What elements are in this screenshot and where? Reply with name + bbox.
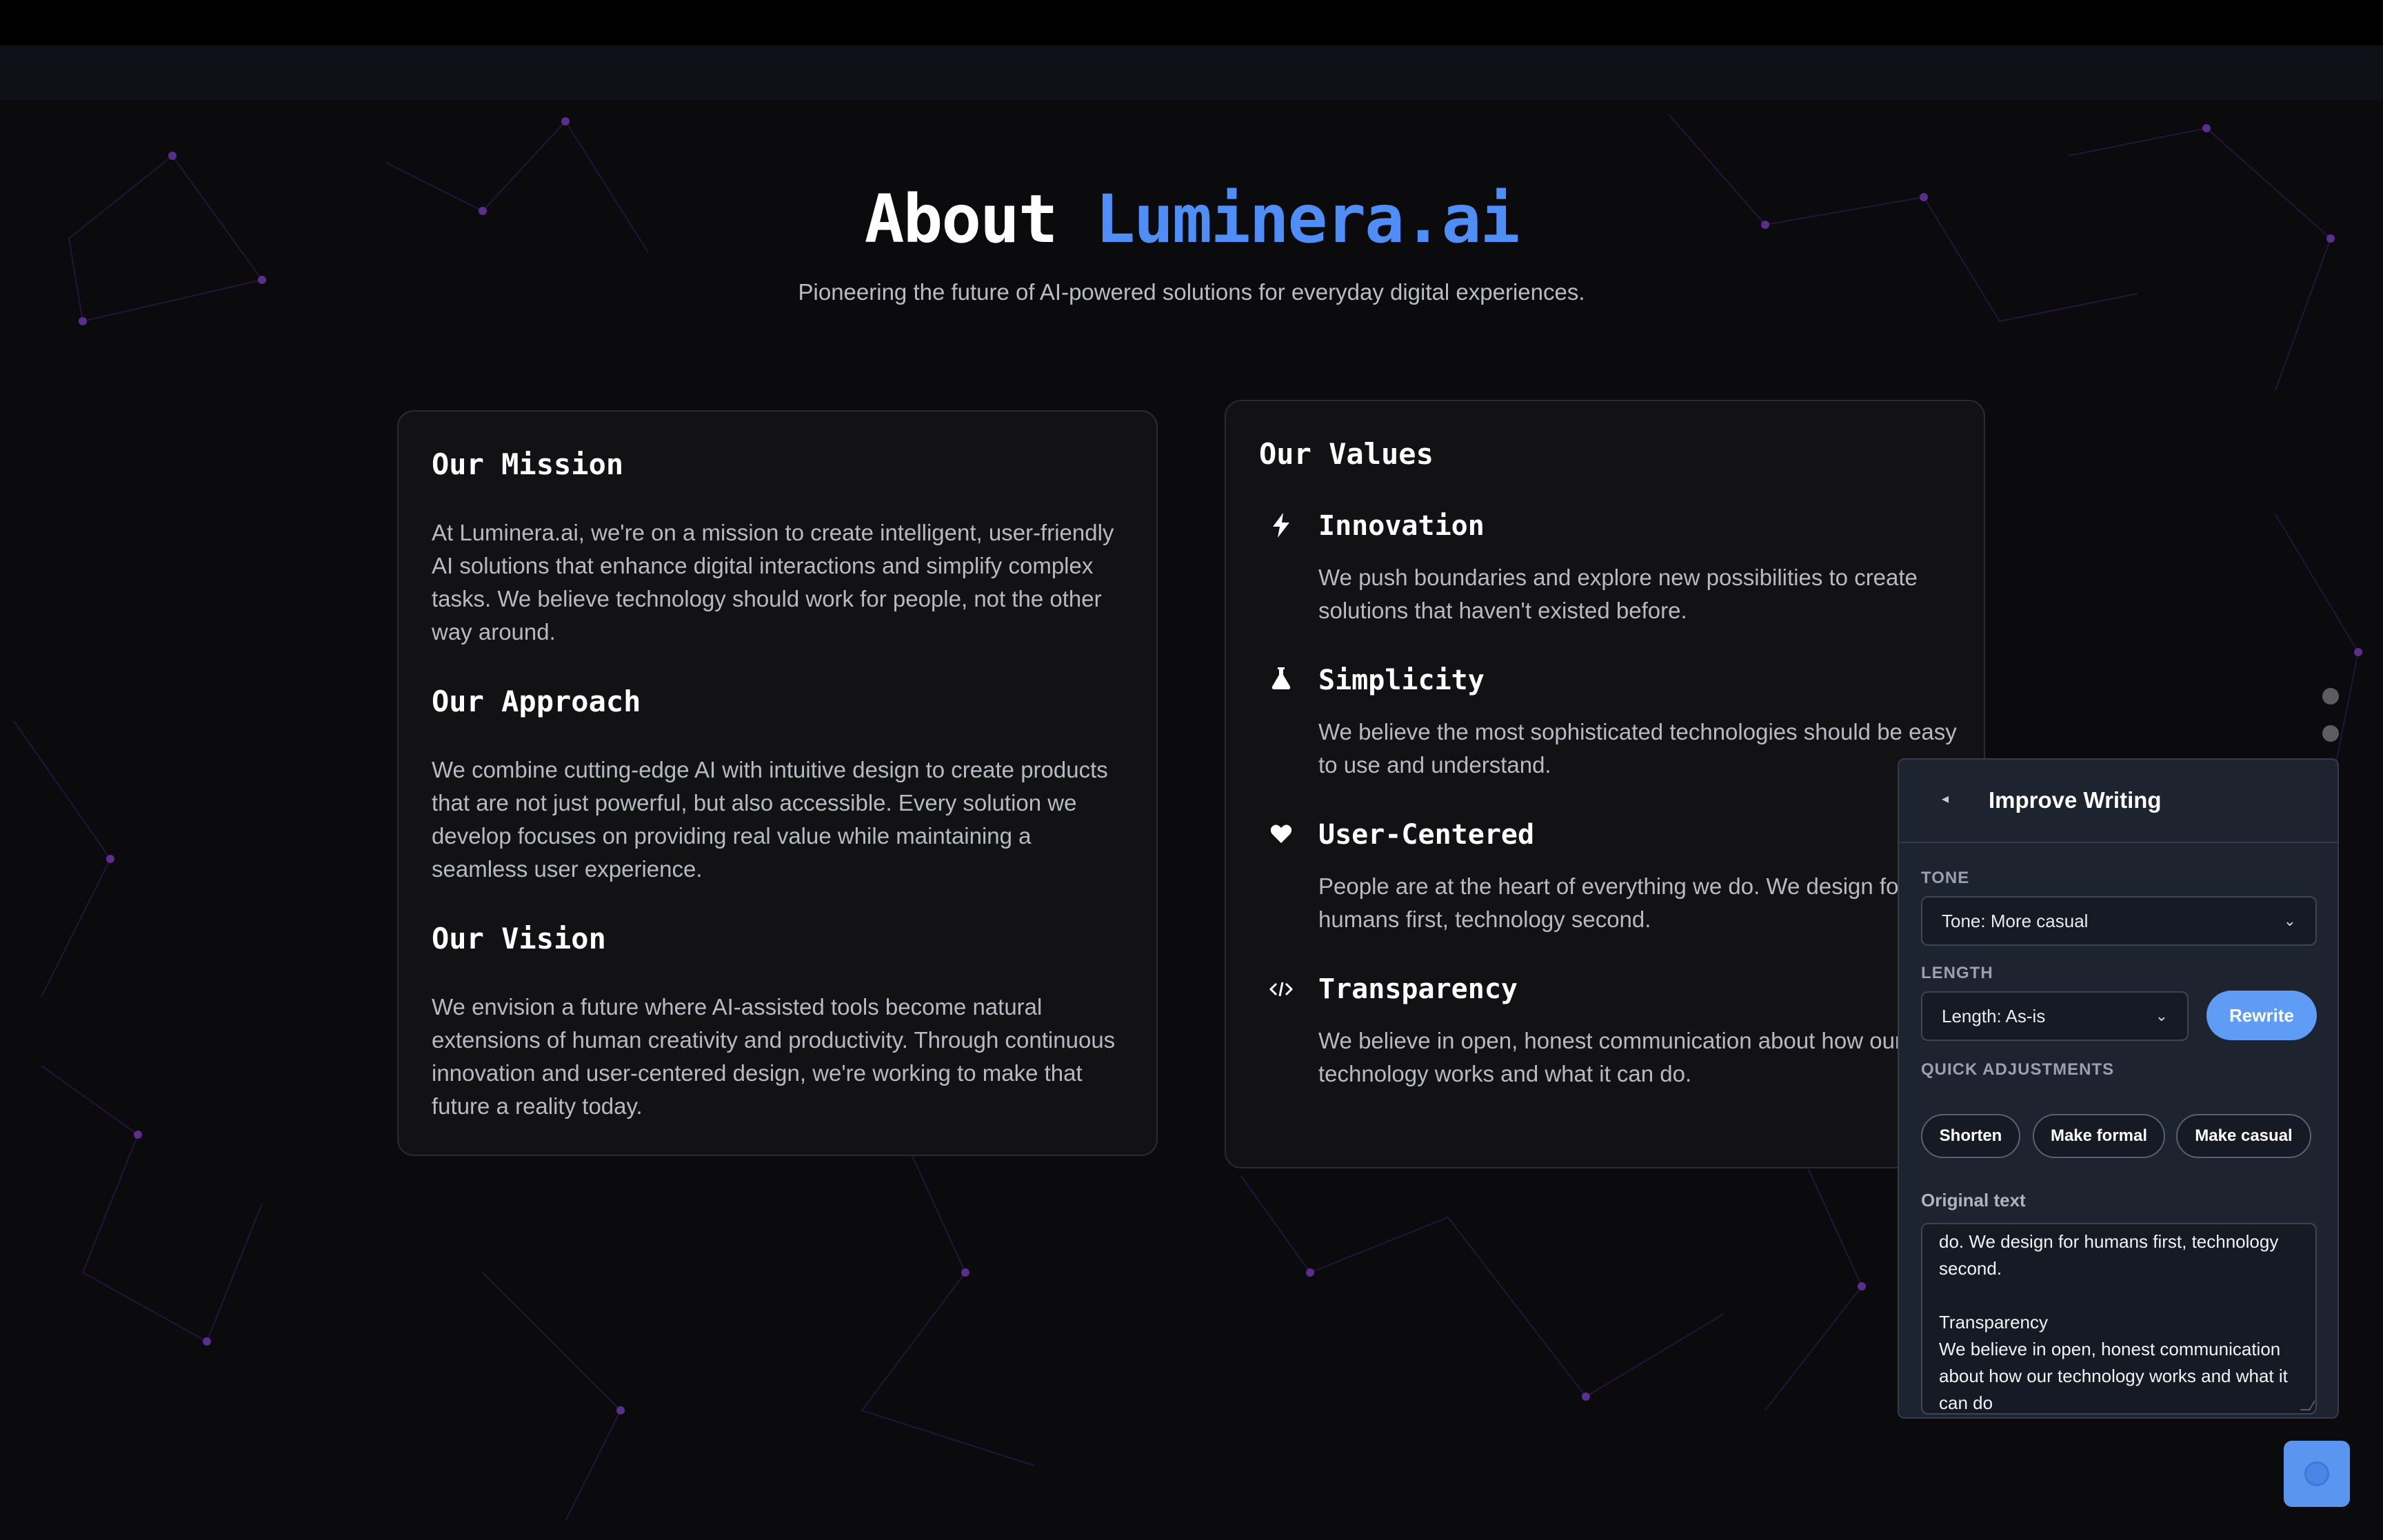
vision-heading: Our Vision [432, 922, 606, 955]
tone-label: TONE [1921, 869, 1970, 887]
values-card: Our Values Innovation We push boundaries… [1225, 400, 1985, 1168]
transparency-title: Transparency [1318, 973, 1518, 1005]
simplicity-title: Simplicity [1318, 665, 1485, 696]
quick-adjustments-label: QUICK ADJUSTMENTS [1921, 1060, 2115, 1079]
approach-text: We combine cutting-edge AI with intuitiv… [432, 757, 1108, 882]
transparency-text: We believe in open, honest communication… [1318, 1028, 1902, 1086]
shorten-button[interactable]: Shorten [1921, 1114, 2020, 1158]
code-icon [1267, 976, 1295, 1004]
page-subtitle: Pioneering the future of AI-powered solu… [798, 279, 1585, 305]
back-arrow-icon[interactable]: ◂ [1942, 790, 1949, 807]
top-black-bar [0, 0, 2383, 45]
innovation-title: Innovation [1318, 510, 1485, 542]
tone-select[interactable]: Tone: More casual ⌄ [1921, 896, 2317, 946]
brand-name: Luminera.ai [1095, 181, 1520, 258]
tone-value: Tone: More casual [1942, 910, 2089, 931]
original-text-label: Original text [1921, 1190, 2026, 1210]
flask-icon [1267, 667, 1295, 695]
assistant-launcher-button[interactable] [2284, 1441, 2350, 1507]
length-value: Length: As-is [1942, 1005, 2046, 1026]
panel-header: ◂ Improve Writing [1899, 760, 2337, 843]
approach-heading: Our Approach [432, 685, 641, 718]
innovation-text: We push boundaries and explore new possi… [1318, 565, 1918, 623]
about-card: Our Mission At Luminera.ai, we're on a m… [397, 410, 1158, 1156]
simplicity-text: We believe the most sophisticated techno… [1318, 719, 1957, 778]
assistant-icon [2304, 1461, 2329, 1486]
chevron-down-icon: ⌄ [2155, 1007, 2168, 1024]
vision-text: We envision a future where AI-assisted t… [432, 994, 1116, 1119]
section-nav-dot-1[interactable] [2322, 688, 2339, 705]
length-select[interactable]: Length: As-is ⌄ [1921, 991, 2189, 1041]
mission-text: At Luminera.ai, we're on a mission to cr… [432, 520, 1114, 645]
length-label: LENGTH [1921, 964, 1993, 982]
user-centered-text: People are at the heart of everything we… [1318, 873, 1907, 932]
heart-icon [1267, 822, 1295, 849]
rewrite-button[interactable]: Rewrite [2206, 991, 2317, 1040]
original-text-content: do. We design for humans first, technolo… [1939, 1231, 2288, 1413]
values-heading: Our Values [1259, 437, 1434, 471]
mission-heading: Our Mission [432, 447, 624, 481]
chevron-down-icon: ⌄ [2283, 912, 2296, 929]
make-formal-button[interactable]: Make formal [2033, 1114, 2165, 1158]
title-prefix: About [864, 181, 1096, 258]
user-centered-title: User-Centered [1318, 819, 1535, 851]
bolt-icon [1267, 513, 1295, 540]
make-casual-button[interactable]: Make casual [2176, 1114, 2311, 1158]
panel-title: Improve Writing [1989, 787, 2162, 813]
page-title: About Luminera.ai [0, 181, 2383, 258]
improve-writing-panel: ◂ Improve Writing TONE Tone: More casual… [1898, 758, 2339, 1419]
nav-strip [0, 45, 2383, 101]
original-text-area[interactable]: do. We design for humans first, technolo… [1921, 1223, 2317, 1415]
section-nav-dot-2[interactable] [2322, 725, 2339, 742]
